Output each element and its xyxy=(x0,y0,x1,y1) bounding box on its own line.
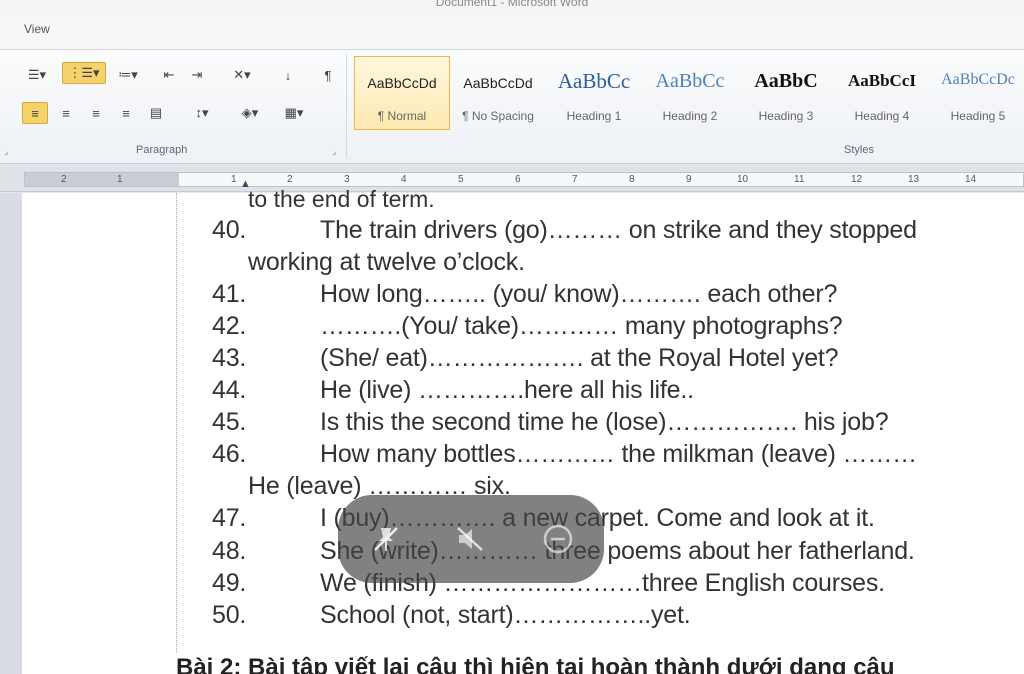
item-text: How long…….. (you/ know)………. each other? xyxy=(320,280,838,308)
sort-options-icon[interactable]: ✕▾ xyxy=(224,64,260,86)
tab-view[interactable]: View xyxy=(24,22,50,36)
style-name: ¶ Normal xyxy=(377,109,427,123)
item-text: He (live) ………….here all his life.. xyxy=(320,376,694,404)
show-marks-icon[interactable]: ¶ xyxy=(318,64,338,86)
bullets-button[interactable]: ☰▾ xyxy=(22,64,52,86)
styles-group-label: Styles xyxy=(844,144,874,156)
ruler-label: 2 xyxy=(61,174,67,185)
style-heading-2[interactable]: AaBbCc Heading 2 xyxy=(642,56,738,130)
ruler-label: 11 xyxy=(794,174,805,185)
word-window: Document1 - Microsoft Word View ☰▾ ⋮☰▾ ≔… xyxy=(0,0,1024,674)
item-text: School (not, start)……………..yet. xyxy=(320,601,691,629)
style-preview: AaBbCcDc xyxy=(941,71,1015,88)
partial-text-line: to the end of term. xyxy=(248,186,435,212)
ruler-label: 14 xyxy=(965,174,977,185)
line-spacing-button[interactable]: ↕▾ xyxy=(184,102,220,124)
ruler-label: 13 xyxy=(908,174,920,185)
ribbon: ☰▾ ⋮☰▾ ≔▾ ⇤ ⇥ ✕▾ ↓ ¶ ≡ ≡ ≡ ≡ ▤ ↕▾ ◈▾ ▦▾ … xyxy=(0,50,1024,164)
ruler-label: 5 xyxy=(458,174,464,185)
paragraph-group-label: Paragraph xyxy=(136,144,188,156)
ruler-scale: 2 1 1 2 3 4 5 6 7 8 9 10 11 12 13 14 xyxy=(24,172,1024,187)
ruler-label: 8 xyxy=(629,174,635,185)
item-number: 49. xyxy=(212,569,247,597)
item-number: 40. xyxy=(212,216,247,244)
numbering-button[interactable]: ⋮☰▾ xyxy=(62,62,106,84)
style-heading-4[interactable]: AaBbCcI Heading 4 xyxy=(834,56,930,130)
item-number: 44. xyxy=(212,376,247,404)
item-text: Is this the second time he (lose)……………. … xyxy=(320,408,889,436)
distributed-button[interactable]: ▤ xyxy=(144,102,168,124)
ruler-label: 12 xyxy=(851,174,863,185)
paragraph-dialog-launcher-icon[interactable]: ⌟ xyxy=(332,146,336,157)
style-heading-5[interactable]: AaBbCcDc Heading 5 xyxy=(930,56,1024,130)
justify-button[interactable]: ≡ xyxy=(114,102,138,124)
horizontal-ruler[interactable]: 2 1 1 2 3 4 5 6 7 8 9 10 11 12 13 14 ▲ xyxy=(0,164,1024,192)
item-number: 46. xyxy=(212,440,247,468)
item-number: 48. xyxy=(212,537,247,565)
item-number: 41. xyxy=(212,280,247,308)
style-heading-3[interactable]: AaBbC Heading 3 xyxy=(738,56,834,130)
item-number: 42. xyxy=(212,312,247,340)
ruler-label: 6 xyxy=(515,174,521,185)
style-name: Heading 1 xyxy=(566,109,622,123)
ruler-label: 4 xyxy=(401,174,407,185)
borders-button[interactable]: ▦▾ xyxy=(276,102,312,124)
item-number: 50. xyxy=(212,601,247,629)
item-text: ……….(You/ take)………… many photographs? xyxy=(320,312,843,340)
sort-icon[interactable]: ↓ xyxy=(274,64,302,86)
style-heading-1[interactable]: AaBbCc Heading 1 xyxy=(546,56,642,130)
ruler-left-margin xyxy=(25,173,179,186)
ruler-label: 3 xyxy=(344,174,350,185)
exercise-heading: Bài 2: Bài tập viết lại câu thì hiện tại… xyxy=(176,654,895,674)
style-name: Heading 3 xyxy=(758,109,814,123)
multilevel-list-button[interactable]: ≔▾ xyxy=(110,64,146,86)
item-text: (She/ eat)………………. at the Royal Hotel yet… xyxy=(320,344,839,372)
item-number: 43. xyxy=(212,344,247,372)
item-text: The train drivers (go)……… on strike and … xyxy=(320,216,917,244)
style-name: ¶ No Spacing xyxy=(462,109,534,123)
style-preview: AaBbC xyxy=(754,70,818,92)
mute-icon[interactable] xyxy=(450,519,490,559)
font-dialog-launcher-icon[interactable]: ⌟ xyxy=(4,146,8,157)
style-preview: AaBbCc xyxy=(557,69,631,93)
shading-button[interactable]: ◈▾ xyxy=(232,102,268,124)
style-name: Heading 5 xyxy=(950,109,1006,123)
minus-circle-icon[interactable] xyxy=(538,519,578,559)
item-number: 45. xyxy=(212,408,247,436)
item-number: 47. xyxy=(212,504,247,532)
ruler-label: 10 xyxy=(737,174,749,185)
style-normal[interactable]: AaBbCcDd ¶ Normal xyxy=(354,56,450,130)
align-right-button[interactable]: ≡ xyxy=(84,102,108,124)
decrease-indent-button[interactable]: ⇤ xyxy=(158,64,180,86)
style-no-spacing[interactable]: AaBbCcDd ¶ No Spacing xyxy=(450,56,546,130)
style-name: Heading 2 xyxy=(662,109,718,123)
ruler-label: 9 xyxy=(686,174,692,185)
ruler-label: 2 xyxy=(287,174,293,185)
ruler-label: 1 xyxy=(117,174,123,185)
styles-gallery: AaBbCcDd ¶ Normal AaBbCcDd ¶ No Spacing … xyxy=(352,54,1024,132)
align-center-button[interactable]: ≡ xyxy=(54,102,78,124)
increase-indent-button[interactable]: ⇥ xyxy=(186,64,208,86)
style-preview: AaBbCc xyxy=(655,70,725,92)
window-title: Document1 - Microsoft Word xyxy=(0,0,1024,14)
style-preview: AaBbCcDd xyxy=(463,75,533,91)
item-text: working at twelve o’clock. xyxy=(248,248,525,276)
ruler-label: 7 xyxy=(572,174,578,185)
align-left-button[interactable]: ≡ xyxy=(22,102,48,124)
ribbon-tabs: View xyxy=(0,14,1024,50)
pin-off-icon[interactable] xyxy=(366,519,406,559)
style-preview: AaBbCcDd xyxy=(367,75,437,91)
style-name: Heading 4 xyxy=(854,109,910,123)
text-boundary xyxy=(176,193,177,653)
item-text: How many bottles………… the milkman (leave)… xyxy=(320,440,917,468)
style-preview: AaBbCcI xyxy=(847,71,916,90)
media-control-overlay xyxy=(338,495,604,583)
ruler-label: 1 xyxy=(231,174,237,185)
group-separator xyxy=(346,54,347,158)
